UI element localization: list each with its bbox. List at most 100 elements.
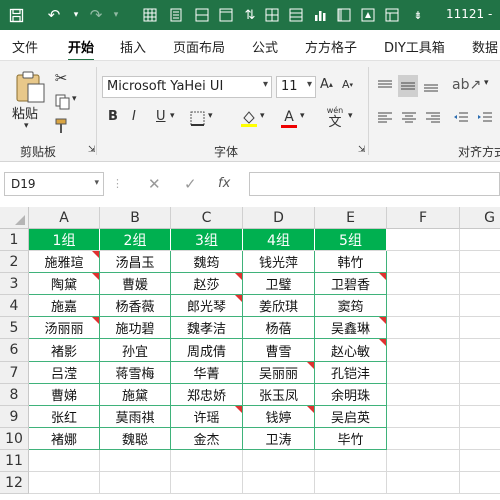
undo-icon[interactable]: ↶	[44, 5, 64, 25]
underline-button[interactable]: U	[156, 109, 166, 124]
cell-b12[interactable]	[100, 472, 171, 494]
cell-e5[interactable]: 吴鑫琳	[315, 317, 387, 339]
row-header-6[interactable]: 6	[0, 339, 29, 362]
cell-f2[interactable]	[387, 251, 460, 273]
cell-d8[interactable]: 张玉凤	[243, 384, 315, 406]
cell-f11[interactable]	[387, 450, 460, 472]
paste-label[interactable]: 粘贴	[12, 103, 38, 122]
phonetic-dropdown-icon[interactable]: ▾	[348, 111, 353, 121]
document-icon[interactable]	[166, 5, 186, 25]
cell-g12[interactable]	[460, 472, 500, 494]
cell-d2[interactable]: 钱光萍	[243, 251, 315, 273]
sheet-icon[interactable]	[382, 5, 402, 25]
redo-dropdown-icon[interactable]: ▾	[106, 5, 126, 25]
cell-c9[interactable]: 许瑶	[171, 406, 243, 428]
increase-indent-icon[interactable]	[476, 109, 494, 127]
cell-e8[interactable]: 余明珠	[315, 384, 387, 406]
cell-f6[interactable]	[387, 339, 460, 362]
cell-b6[interactable]: 孙宜	[100, 339, 171, 362]
cell-b9[interactable]: 莫雨祺	[100, 406, 171, 428]
cell-f12[interactable]	[387, 472, 460, 494]
cell-c10[interactable]: 金杰	[171, 428, 243, 450]
align-middle-icon[interactable]	[398, 75, 418, 97]
italic-button[interactable]: I	[132, 109, 136, 124]
cell-a2[interactable]: 施雅瑄	[29, 251, 100, 273]
format-painter-icon[interactable]	[52, 117, 70, 135]
tab-diy-toolbox[interactable]: DIY工具箱	[384, 37, 445, 56]
cell-d9[interactable]: 钱婷	[243, 406, 315, 428]
cell-a1[interactable]: 1组	[29, 229, 100, 251]
cell-d12[interactable]	[243, 472, 315, 494]
cell-d10[interactable]: 卫涛	[243, 428, 315, 450]
cell-c4[interactable]: 郎光琴	[171, 295, 243, 317]
cell-b11[interactable]	[100, 450, 171, 472]
cell-b1[interactable]: 2组	[100, 229, 171, 251]
cell-e11[interactable]	[315, 450, 387, 472]
font-color-icon[interactable]: A	[280, 107, 298, 129]
tab-fangfang[interactable]: 方方格子	[305, 37, 357, 56]
row-header-4[interactable]: 4	[0, 295, 29, 317]
paint-icon[interactable]	[358, 5, 378, 25]
copy-icon[interactable]	[52, 93, 74, 111]
enter-icon[interactable]: ✓	[184, 175, 197, 193]
cell-b7[interactable]: 蒋雪梅	[100, 362, 171, 384]
copy-dropdown-icon[interactable]: ▾	[72, 94, 77, 104]
cell-c12[interactable]	[171, 472, 243, 494]
cell-c11[interactable]	[171, 450, 243, 472]
align-center-icon[interactable]	[400, 109, 418, 127]
redo-icon[interactable]: ↷	[86, 5, 106, 25]
cell-g11[interactable]	[460, 450, 500, 472]
cell-g5[interactable]	[460, 317, 500, 339]
align-left-icon[interactable]	[376, 109, 394, 127]
cell-g9[interactable]	[460, 406, 500, 428]
pivot-icon[interactable]	[334, 5, 354, 25]
table-icon[interactable]	[262, 5, 282, 25]
row-header-7[interactable]: 7	[0, 362, 29, 384]
chevron-down-icon[interactable]: ▾	[94, 178, 99, 188]
customize-icon[interactable]: ⇟	[408, 5, 428, 25]
cell-e7[interactable]: 孔铠沣	[315, 362, 387, 384]
cell-a4[interactable]: 施嘉	[29, 295, 100, 317]
cell-c7[interactable]: 华菁	[171, 362, 243, 384]
cell-c6[interactable]: 周成倩	[171, 339, 243, 362]
cell-e6[interactable]: 赵心敏	[315, 339, 387, 362]
paste-icon[interactable]	[12, 69, 48, 105]
cell-b3[interactable]: 曹媛	[100, 273, 171, 295]
cell-b8[interactable]: 施黛	[100, 384, 171, 406]
cell-g2[interactable]	[460, 251, 500, 273]
cell-f10[interactable]	[387, 428, 460, 450]
cell-f1[interactable]	[387, 229, 460, 251]
column-header-a[interactable]: A	[29, 207, 100, 229]
tab-data[interactable]: 数据	[472, 37, 498, 56]
column-header-c[interactable]: C	[171, 207, 243, 229]
chevron-down-icon[interactable]: ▾	[307, 79, 312, 90]
underline-dropdown-icon[interactable]: ▾	[170, 111, 175, 121]
column-header-g[interactable]: G	[460, 207, 500, 229]
insert-function-icon[interactable]: fx	[218, 176, 230, 191]
tab-insert[interactable]: 插入	[120, 37, 146, 56]
row-header-8[interactable]: 8	[0, 384, 29, 406]
cell-f5[interactable]	[387, 317, 460, 339]
cell-g8[interactable]	[460, 384, 500, 406]
cell-a9[interactable]: 张红	[29, 406, 100, 428]
cell-g3[interactable]	[460, 273, 500, 295]
cell-a6[interactable]: 褚影	[29, 339, 100, 362]
cell-a7[interactable]: 吕滢	[29, 362, 100, 384]
cell-e2[interactable]: 韩竹	[315, 251, 387, 273]
save-icon[interactable]	[6, 5, 26, 25]
borders-icon[interactable]	[188, 109, 206, 127]
cell-f8[interactable]	[387, 384, 460, 406]
cell-f4[interactable]	[387, 295, 460, 317]
cell-g6[interactable]	[460, 339, 500, 362]
cell-b2[interactable]: 汤昌玉	[100, 251, 171, 273]
cell-c3[interactable]: 赵莎	[171, 273, 243, 295]
cell-d11[interactable]	[243, 450, 315, 472]
font-color-dropdown-icon[interactable]: ▾	[300, 111, 305, 121]
row-header-12[interactable]: 12	[0, 472, 29, 494]
cell-a8[interactable]: 曹娣	[29, 384, 100, 406]
cell-d1[interactable]: 4组	[243, 229, 315, 251]
cell-e4[interactable]: 窦筠	[315, 295, 387, 317]
fill-color-dropdown-icon[interactable]: ▾	[260, 111, 265, 121]
cell-a3[interactable]: 陶黛	[29, 273, 100, 295]
cell-e1[interactable]: 5组	[315, 229, 387, 251]
